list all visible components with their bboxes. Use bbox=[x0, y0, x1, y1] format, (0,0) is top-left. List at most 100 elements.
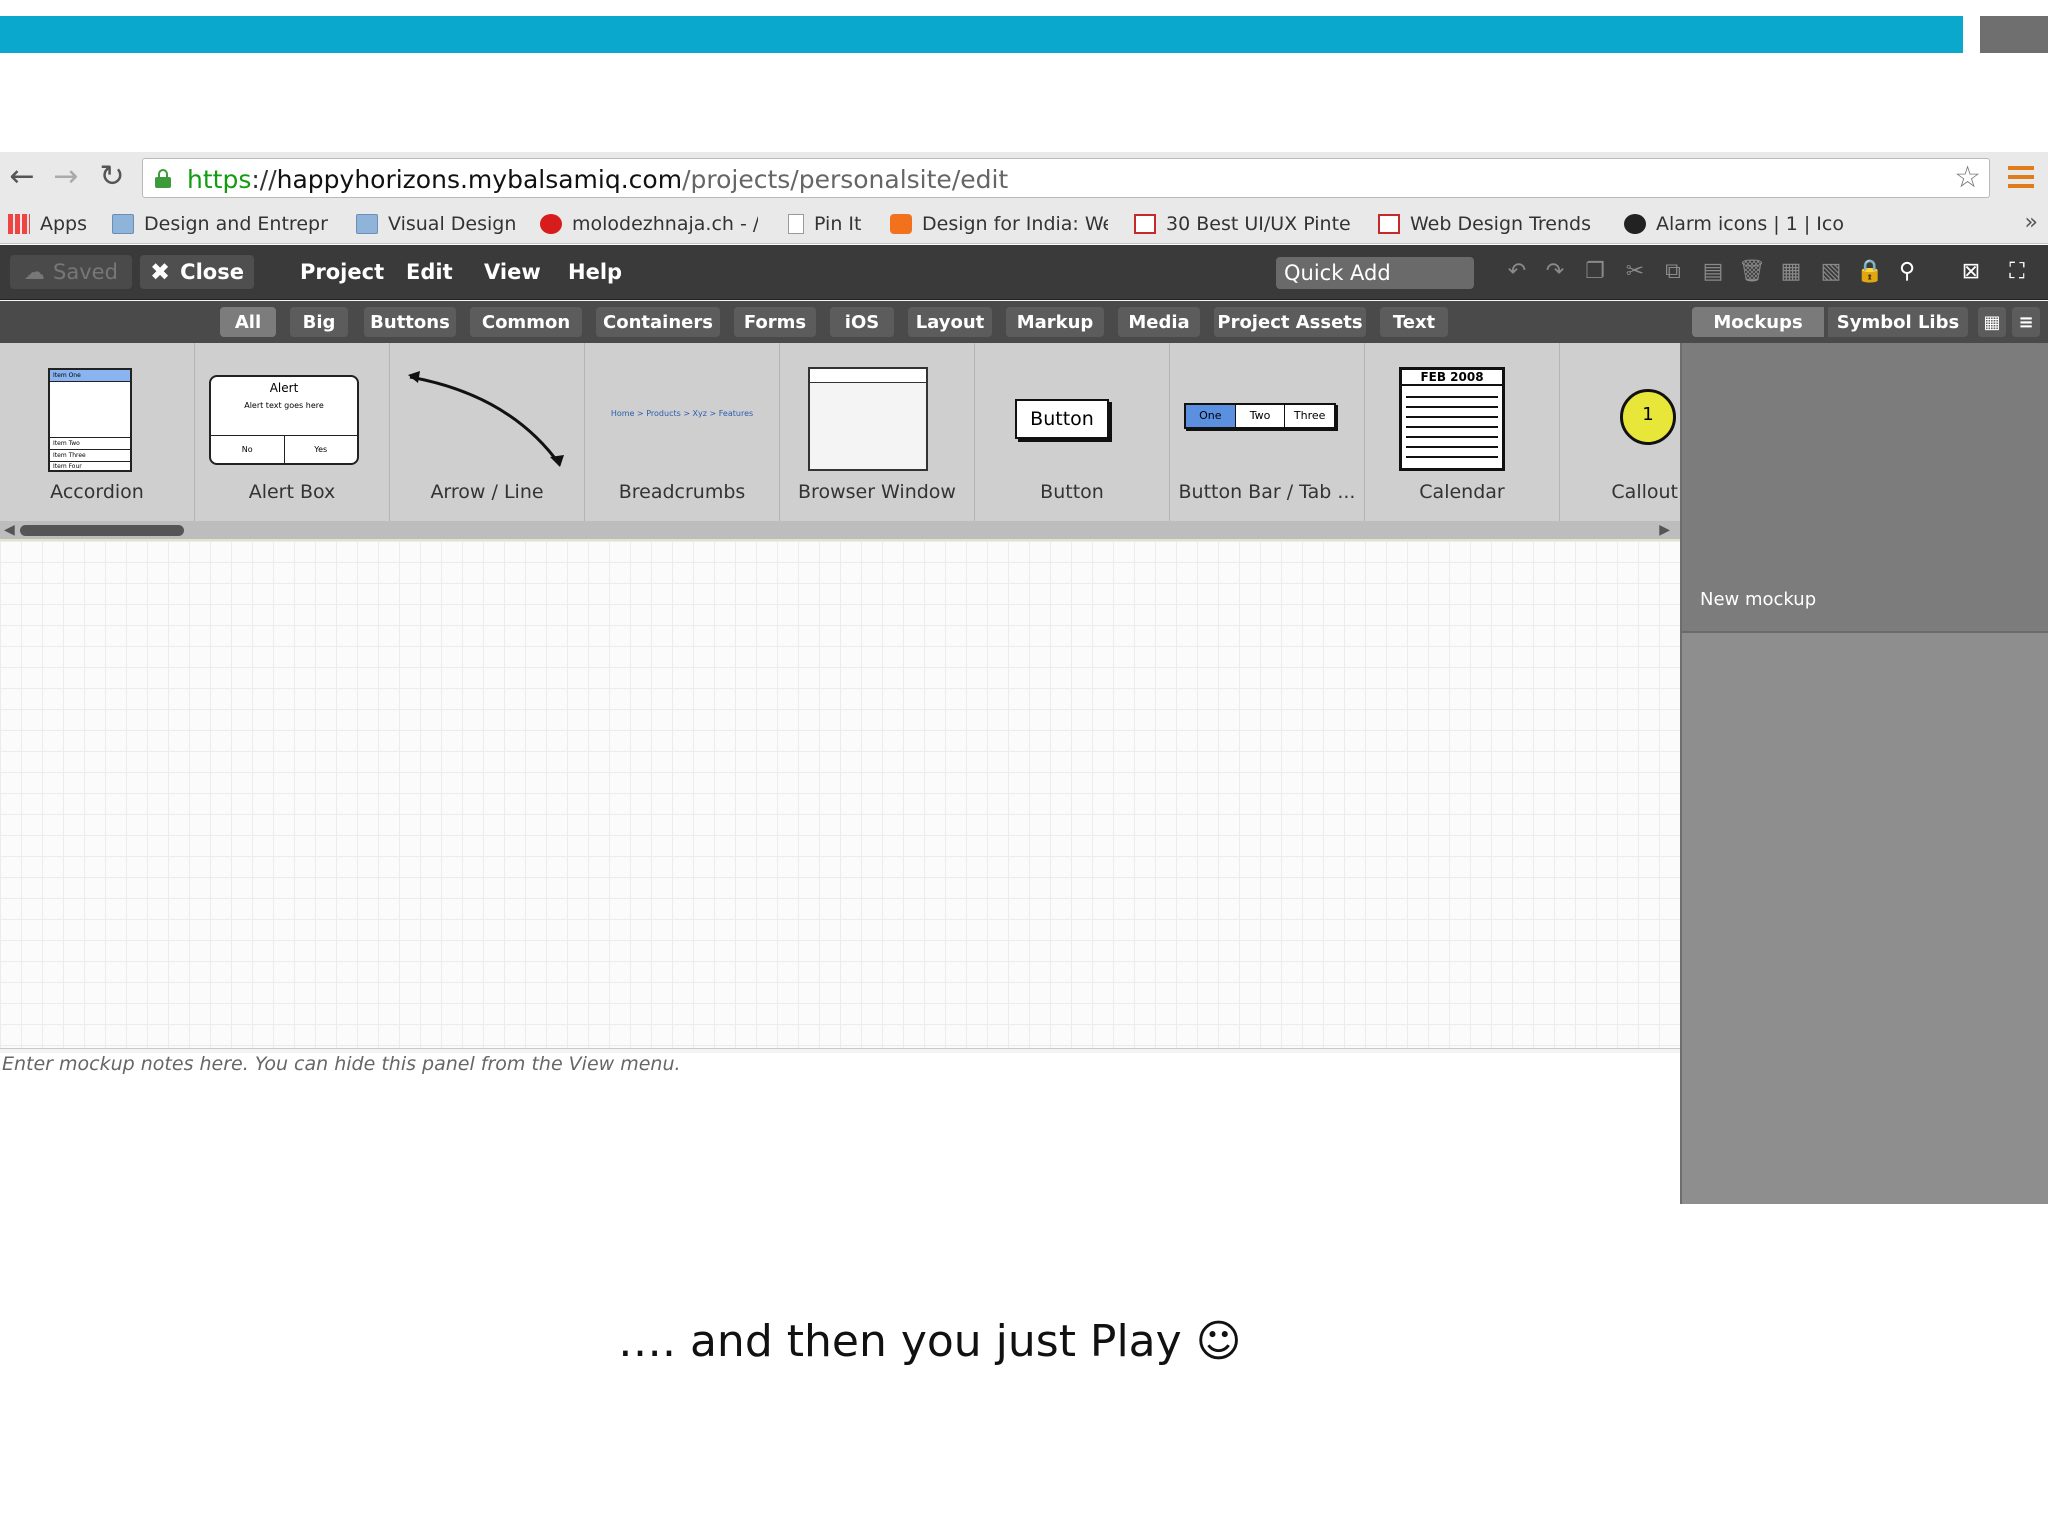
group-icon[interactable]: ▦ bbox=[1778, 259, 1804, 285]
mockups-panel: New mockup bbox=[1680, 343, 2048, 1204]
bookmarks-bar: Apps Design and Entrepre Visual Design m… bbox=[0, 204, 2048, 244]
scroll-left-icon[interactable]: ◀ bbox=[4, 521, 15, 539]
url-text: https://happyhorizons.mybalsamiq.com/pro… bbox=[187, 165, 1009, 194]
reload-icon[interactable]: ↻ bbox=[96, 161, 128, 193]
close-icon: ✖ bbox=[150, 258, 171, 286]
slide-accent-bar bbox=[0, 16, 1963, 53]
lock-icon bbox=[155, 169, 171, 188]
bookmark-star-icon[interactable]: ☆ bbox=[1954, 163, 1981, 193]
bookmark-item[interactable]: Pin It bbox=[788, 204, 868, 244]
slide-caption: …. and then you just Play ☺ bbox=[618, 1316, 1242, 1367]
component-filter-bar: All Big Buttons Common Containers Forms … bbox=[0, 301, 2048, 343]
palette-item-callout[interactable]: 1 Callout bbox=[1560, 343, 1680, 521]
palette-item-label: Callout bbox=[1611, 481, 1678, 503]
palette-item-label: Button bbox=[1040, 481, 1104, 503]
filter-project-assets[interactable]: Project Assets bbox=[1214, 307, 1366, 337]
bookmark-item[interactable]: Alarm icons | 1 | Ico bbox=[1624, 204, 1846, 244]
forward-arrow-icon[interactable]: → bbox=[50, 161, 82, 193]
filter-big[interactable]: Big bbox=[290, 307, 348, 337]
slide: ← → ↻ https://happyhorizons.mybalsamiq.c… bbox=[0, 0, 2048, 1536]
menu-project[interactable]: Project bbox=[300, 255, 384, 289]
palette-item-label: Calendar bbox=[1419, 481, 1505, 503]
filter-text[interactable]: Text bbox=[1380, 307, 1448, 337]
mockup-notes-field[interactable]: Enter mockup notes here. You can hide th… bbox=[0, 1053, 1680, 1204]
redo-icon[interactable]: ↷ bbox=[1542, 259, 1568, 285]
palette-item-label: Alert Box bbox=[248, 481, 336, 503]
breadcrumbs-thumbnail: Home > Products > Xyz > Features bbox=[610, 409, 754, 418]
tab-mockups[interactable]: Mockups bbox=[1692, 307, 1824, 337]
browser-window: ← → ↻ https://happyhorizons.mybalsamiq.c… bbox=[0, 152, 2048, 1204]
slide-accent-block bbox=[1980, 16, 2048, 53]
filter-media[interactable]: Media bbox=[1118, 307, 1200, 337]
alarm-icon bbox=[1624, 214, 1646, 234]
duplicate-icon[interactable]: ❐ bbox=[1582, 259, 1608, 285]
filter-markup[interactable]: Markup bbox=[1006, 307, 1104, 337]
bookmark-item[interactable]: Design and Entrepre bbox=[112, 204, 328, 244]
address-bar[interactable]: https://happyhorizons.mybalsamiq.com/pro… bbox=[142, 158, 1990, 198]
page-icon bbox=[788, 214, 804, 234]
balsamiq-editor: ☁ Saved ✖ Close Project Edit View Help Qui… bbox=[0, 245, 2048, 1204]
paste-icon[interactable]: ▤ bbox=[1700, 259, 1726, 285]
close-button[interactable]: ✖ Close bbox=[140, 255, 254, 289]
expand-icon[interactable]: ⛶ bbox=[2004, 259, 2030, 285]
bookmark-item[interactable]: Design for India: We bbox=[890, 204, 1108, 244]
palette-item-label: Button Bar / Tab ... bbox=[1178, 481, 1356, 503]
lock-icon[interactable]: 🔒 bbox=[1856, 259, 1883, 285]
bookmark-item[interactable]: Apps bbox=[8, 204, 88, 244]
copy-icon[interactable]: ⧉ bbox=[1660, 259, 1686, 285]
bookmark-item[interactable]: Web Design Trends | bbox=[1378, 204, 1596, 244]
blogger-icon bbox=[890, 214, 912, 234]
filter-containers[interactable]: Containers bbox=[596, 307, 720, 337]
palette-item-button-bar[interactable]: One Two Three Button Bar / Tab ... bbox=[1170, 343, 1365, 521]
bookmark-item[interactable]: Visual Design bbox=[356, 204, 516, 244]
filter-ios[interactable]: iOS bbox=[830, 307, 894, 337]
folder-icon bbox=[356, 214, 378, 234]
cloud-icon: ☁ bbox=[24, 260, 46, 284]
component-palette: Item One Item Two Item Three Item Four A… bbox=[0, 343, 1680, 521]
palette-scrollbar[interactable]: ◀ ▶ bbox=[0, 521, 1680, 539]
button-bar-thumbnail: One Two Three bbox=[1184, 403, 1336, 429]
palette-item-accordion[interactable]: Item One Item Two Item Three Item Four A… bbox=[0, 343, 195, 521]
list-view-icon[interactable]: ≡ bbox=[2012, 307, 2040, 337]
palette-item-alert-box[interactable]: Alert Alert text goes here No Yes Alert … bbox=[195, 343, 390, 521]
palette-item-breadcrumbs[interactable]: Home > Products > Xyz > Features Breadcr… bbox=[585, 343, 780, 521]
palette-item-label: Browser Window bbox=[798, 481, 956, 503]
scroll-right-icon[interactable]: ▶ bbox=[1659, 521, 1670, 539]
bookmark-item[interactable]: 30 Best UI/UX Pinter bbox=[1134, 204, 1352, 244]
ungroup-icon[interactable]: ▧ bbox=[1818, 259, 1844, 285]
menu-edit[interactable]: Edit bbox=[406, 255, 453, 289]
mockup-thumbnail[interactable]: New mockup bbox=[1682, 343, 2048, 633]
palette-item-button[interactable]: Button Button bbox=[975, 343, 1170, 521]
filter-all[interactable]: All bbox=[220, 307, 276, 337]
palette-item-label: Accordion bbox=[50, 481, 144, 503]
filter-forms[interactable]: Forms bbox=[734, 307, 816, 337]
browser-window-thumbnail bbox=[808, 367, 928, 471]
delete-icon[interactable]: 🗑 bbox=[1738, 259, 1766, 285]
back-arrow-icon[interactable]: ← bbox=[6, 161, 38, 193]
scrollbar-thumb[interactable] bbox=[20, 525, 184, 536]
filter-layout[interactable]: Layout bbox=[908, 307, 992, 337]
browser-menu-icon[interactable] bbox=[2008, 166, 2034, 190]
bookmarks-overflow-icon[interactable]: » bbox=[2025, 210, 2038, 235]
mockup-name: New mockup bbox=[1700, 589, 1817, 610]
menu-help[interactable]: Help bbox=[568, 255, 622, 289]
undo-icon[interactable]: ↶ bbox=[1504, 259, 1530, 285]
tab-symbol-libs[interactable]: Symbol Libs bbox=[1828, 307, 1968, 337]
grid-view-icon[interactable]: ▦ bbox=[1978, 307, 2006, 337]
bookmark-item[interactable]: molodezhnaja.ch - / bbox=[540, 204, 758, 244]
calendar-thumbnail: FEB 2008 bbox=[1399, 367, 1505, 471]
mockup-canvas[interactable] bbox=[0, 539, 1680, 1049]
palette-item-browser-window[interactable]: Browser Window bbox=[780, 343, 975, 521]
quick-add-input[interactable]: Quick Add bbox=[1276, 257, 1474, 289]
m-logo-icon bbox=[540, 214, 562, 234]
search-icon[interactable]: ⚲ bbox=[1894, 259, 1920, 285]
callout-thumbnail: 1 bbox=[1620, 389, 1676, 445]
palette-item-arrow-line[interactable]: Arrow / Line bbox=[390, 343, 585, 521]
palette-item-calendar[interactable]: FEB 2008 Calendar bbox=[1365, 343, 1560, 521]
filter-buttons[interactable]: Buttons bbox=[364, 307, 456, 337]
cut-icon[interactable]: ✂ bbox=[1622, 259, 1648, 285]
menu-view[interactable]: View bbox=[484, 255, 541, 289]
palette-item-label: Arrow / Line bbox=[430, 481, 544, 503]
full-screen-toggle-icon[interactable]: ⊠ bbox=[1958, 259, 1984, 285]
filter-common[interactable]: Common bbox=[470, 307, 582, 337]
